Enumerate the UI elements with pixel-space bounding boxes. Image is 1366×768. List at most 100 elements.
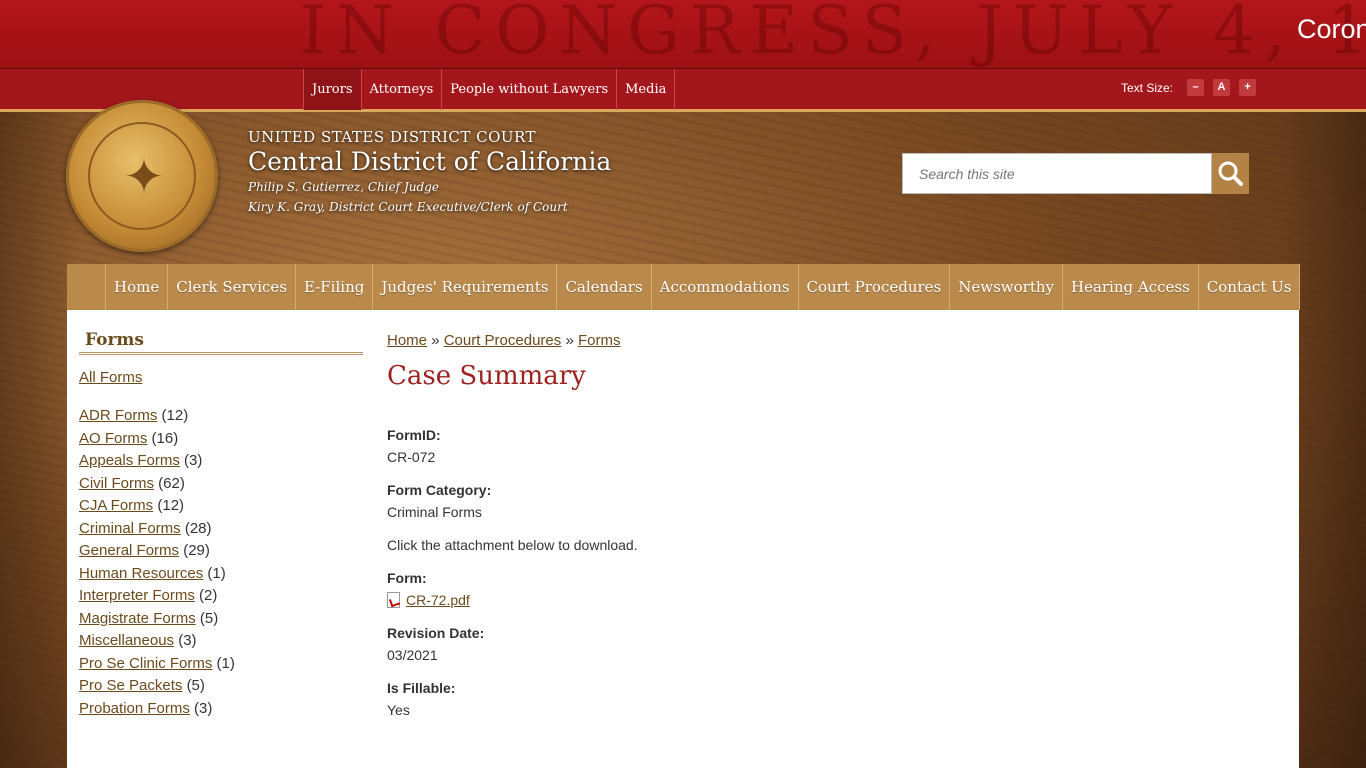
form-id-label: FormID: bbox=[387, 427, 441, 443]
util-link-people-without-lawyers[interactable]: People without Lawyers bbox=[441, 69, 616, 110]
category-count: (16) bbox=[151, 429, 179, 447]
nav-home[interactable]: Home bbox=[105, 264, 167, 310]
list-item: Pro Se Clinic Forms (1) bbox=[79, 653, 363, 676]
court-type: UNITED STATES DISTRICT COURT bbox=[248, 128, 537, 146]
category-count: (3) bbox=[184, 452, 203, 469]
text-size-label: Text Size: bbox=[1121, 80, 1174, 95]
nav-e-filing[interactable]: E-Filing bbox=[294, 264, 372, 310]
category-link[interactable]: Probation Forms bbox=[79, 700, 190, 717]
list-item: Interpreter Forms (2) bbox=[79, 585, 363, 608]
form-category-value: Criminal Forms bbox=[387, 504, 482, 520]
pdf-icon bbox=[387, 592, 400, 608]
search-box bbox=[902, 153, 1212, 194]
form-file-link[interactable]: CR-72.pdf bbox=[406, 592, 470, 608]
sidebar-title: Forms bbox=[79, 330, 363, 355]
alert-ticker[interactable]: Coron bbox=[1297, 14, 1366, 45]
download-instruction: Click the attachment below to download. bbox=[387, 537, 638, 553]
form-file-row: CR-72.pdf bbox=[387, 592, 470, 608]
utility-bar: Jurors Attorneys People without Lawyers … bbox=[0, 68, 1366, 112]
page-title: Case Summary bbox=[387, 361, 586, 391]
list-item: ADR Forms (12) bbox=[79, 405, 363, 428]
nav-hearing-access[interactable]: Hearing Access bbox=[1061, 264, 1198, 310]
clerk-of-court: Kiry K. Gray, District Court Executive/C… bbox=[248, 200, 568, 214]
util-link-jurors[interactable]: Jurors bbox=[303, 69, 361, 110]
form-label: Form: bbox=[387, 570, 427, 586]
search-input[interactable] bbox=[903, 154, 1211, 193]
form-file-block: Form: CR-72.pdf bbox=[387, 570, 470, 608]
category-link[interactable]: ADR Forms bbox=[79, 407, 157, 424]
form-category-block: Form Category: Criminal Forms bbox=[387, 482, 491, 520]
category-count: (2) bbox=[199, 587, 218, 604]
category-count: (1) bbox=[216, 654, 235, 672]
form-id-block: FormID: CR-072 bbox=[387, 427, 441, 465]
nav-judges-requirements[interactable]: Judges' Requirements bbox=[372, 264, 556, 310]
category-count: (3) bbox=[194, 699, 213, 717]
list-item: General Forms (29) bbox=[79, 540, 363, 563]
text-size-reset-button[interactable]: A bbox=[1213, 79, 1231, 96]
utility-links: Jurors Attorneys People without Lawyers … bbox=[303, 69, 676, 110]
nav-calendars[interactable]: Calendars bbox=[556, 264, 650, 310]
court-seal-icon[interactable]: ✦ bbox=[66, 100, 218, 252]
category-link[interactable]: Pro Se Packets bbox=[79, 677, 182, 694]
fillable-label: Is Fillable: bbox=[387, 680, 456, 696]
list-item: Human Resources (1) bbox=[79, 563, 363, 586]
revision-date-value: 03/2021 bbox=[387, 647, 438, 663]
category-link[interactable]: Pro Se Clinic Forms bbox=[79, 655, 212, 672]
breadcrumb: Home » Court Procedures » Forms bbox=[387, 332, 1267, 349]
category-link[interactable]: Criminal Forms bbox=[79, 520, 181, 537]
category-count: (3) bbox=[178, 632, 197, 649]
nav-court-procedures[interactable]: Court Procedures bbox=[797, 264, 950, 310]
category-link[interactable]: CJA Forms bbox=[79, 497, 153, 514]
nav-newsworthy[interactable]: Newsworthy bbox=[949, 264, 1062, 310]
category-link[interactable]: Magistrate Forms bbox=[79, 610, 196, 627]
list-item: Civil Forms (62) bbox=[79, 473, 363, 496]
category-count: (12) bbox=[161, 407, 189, 424]
nav-contact-us[interactable]: Contact Us bbox=[1197, 264, 1301, 310]
content-area: Forms All Forms ADR Forms (12) AO Forms … bbox=[67, 310, 1299, 768]
category-link[interactable]: Appeals Forms bbox=[79, 452, 180, 469]
category-link[interactable]: Miscellaneous bbox=[79, 632, 174, 649]
court-identity: UNITED STATES DISTRICT COURT Central Dis… bbox=[248, 128, 611, 214]
list-item: AO Forms (16) bbox=[79, 428, 363, 451]
all-forms-link[interactable]: All Forms bbox=[79, 369, 363, 386]
download-instruction-block: Click the attachment below to download. bbox=[387, 537, 638, 553]
breadcrumb-court-procedures[interactable]: Court Procedures bbox=[444, 332, 562, 349]
list-item: Appeals Forms (3) bbox=[79, 450, 363, 473]
revision-date-label: Revision Date: bbox=[387, 625, 485, 641]
nav-accommodations[interactable]: Accommodations bbox=[650, 264, 798, 310]
category-link[interactable]: General Forms bbox=[79, 542, 179, 559]
text-size-increase-button[interactable]: + bbox=[1239, 79, 1257, 96]
util-link-attorneys[interactable]: Attorneys bbox=[360, 69, 442, 110]
text-size-control: Text Size: – A + bbox=[1121, 79, 1265, 96]
form-id-value: CR-072 bbox=[387, 449, 436, 465]
breadcrumb-home[interactable]: Home bbox=[387, 332, 427, 349]
fillable-block: Is Fillable: Yes bbox=[387, 680, 455, 718]
search-button[interactable] bbox=[1212, 153, 1249, 194]
category-count: (28) bbox=[184, 519, 212, 537]
fillable-value: Yes bbox=[387, 702, 410, 718]
list-item: Pro Se Packets (5) bbox=[79, 675, 363, 698]
category-count: (62) bbox=[158, 474, 185, 492]
list-item: Miscellaneous (3) bbox=[79, 630, 363, 653]
util-link-media[interactable]: Media bbox=[616, 69, 676, 110]
banner-script-text: IN CONGRESS, JULY 4, 1776. bbox=[300, 0, 1366, 68]
category-link[interactable]: Interpreter Forms bbox=[79, 587, 195, 604]
district-name[interactable]: Central District of California bbox=[248, 147, 611, 176]
main-content: Home » Court Procedures » Forms Case Sum… bbox=[387, 332, 1267, 718]
search-icon bbox=[1218, 161, 1243, 186]
category-link[interactable]: AO Forms bbox=[79, 430, 147, 447]
category-count: (12) bbox=[157, 497, 185, 514]
category-count: (5) bbox=[186, 677, 205, 694]
breadcrumb-forms[interactable]: Forms bbox=[578, 332, 621, 349]
form-category-label: Form Category: bbox=[387, 482, 492, 498]
forms-sidebar: Forms All Forms ADR Forms (12) AO Forms … bbox=[79, 330, 363, 720]
eagle-icon: ✦ bbox=[123, 151, 165, 204]
text-size-decrease-button[interactable]: – bbox=[1187, 79, 1205, 96]
category-link[interactable]: Human Resources bbox=[79, 565, 203, 582]
list-item: CJA Forms (12) bbox=[79, 495, 363, 518]
seal-inner-ring: ✦ bbox=[88, 122, 196, 230]
category-count: (29) bbox=[183, 542, 210, 559]
category-link[interactable]: Civil Forms bbox=[79, 475, 154, 492]
top-banner: IN CONGRESS, JULY 4, 1776. Coron bbox=[0, 0, 1366, 68]
nav-clerk-services[interactable]: Clerk Services bbox=[167, 264, 295, 310]
